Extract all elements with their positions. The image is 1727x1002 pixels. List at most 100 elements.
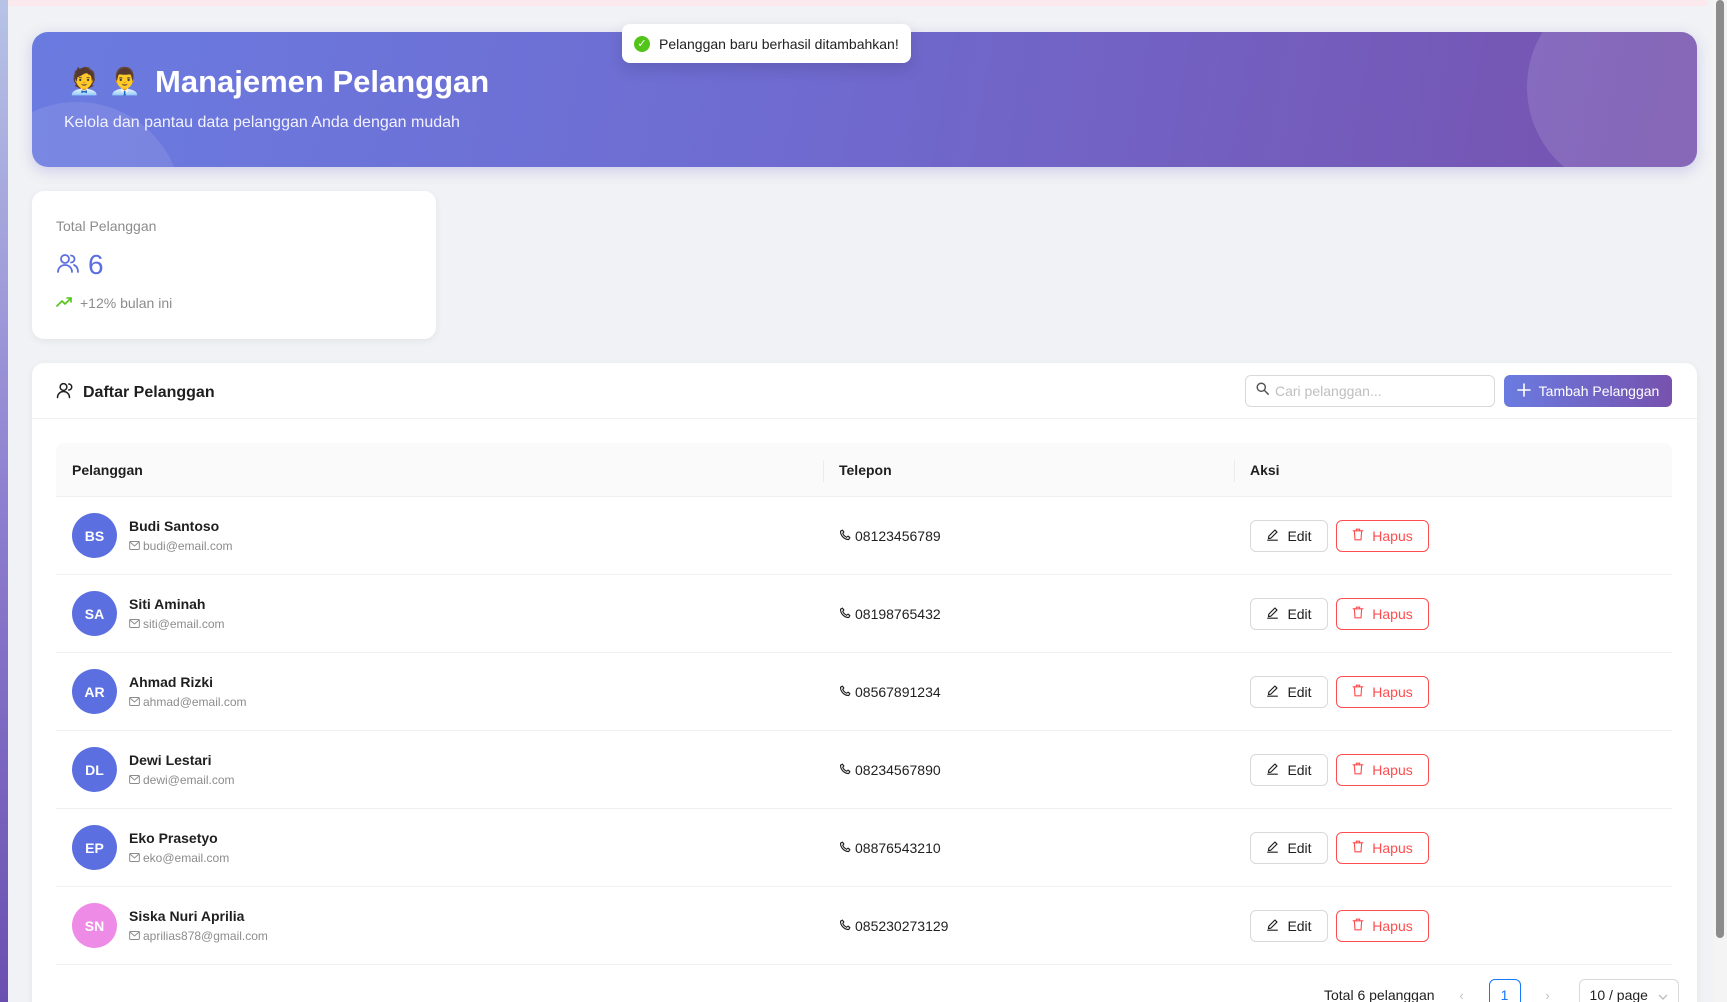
phone-icon bbox=[839, 840, 851, 856]
edit-label: Edit bbox=[1287, 761, 1312, 778]
customer-name: Dewi Lestari bbox=[129, 752, 212, 768]
customer-email-row: budi@email.com bbox=[129, 539, 233, 553]
customer-email-row: dewi@email.com bbox=[129, 773, 235, 787]
edit-label: Edit bbox=[1287, 839, 1312, 856]
stat-trend: +12% bulan ini bbox=[56, 295, 172, 311]
column-header-actions: Aksi bbox=[1234, 459, 1672, 482]
success-toast: ✓ Pelanggan baru berhasil ditambahkan! bbox=[622, 24, 911, 63]
list-title-text: Daftar Pelanggan bbox=[83, 383, 215, 401]
stat-value: 6 bbox=[88, 249, 104, 280]
trash-icon bbox=[1352, 918, 1364, 934]
list-title: Daftar Pelanggan bbox=[56, 381, 215, 404]
mail-icon bbox=[129, 773, 140, 787]
customer-name: Eko Prasetyo bbox=[129, 830, 218, 846]
customer-email-row: ahmad@email.com bbox=[129, 695, 247, 709]
trash-icon bbox=[1352, 762, 1364, 778]
table-row: SA Siti Aminah siti@email.com 0819876543… bbox=[56, 575, 1672, 653]
customer-list-card: Daftar Pelanggan Tambah Pelanggan Pelang… bbox=[32, 363, 1697, 1002]
edit-button[interactable]: Edit bbox=[1250, 909, 1328, 942]
search-box[interactable] bbox=[1245, 375, 1495, 407]
header-decor-circle bbox=[32, 102, 182, 167]
edit-button[interactable]: Edit bbox=[1250, 753, 1328, 786]
delete-button[interactable]: Hapus bbox=[1336, 519, 1429, 552]
phone-icon bbox=[839, 918, 851, 934]
pagination-total: Total 6 pelanggan bbox=[1324, 987, 1435, 1002]
next-page-icon[interactable]: › bbox=[1533, 988, 1563, 1002]
user-icon bbox=[56, 381, 74, 404]
search-input[interactable] bbox=[1275, 383, 1484, 399]
customer-phone: 08567891234 bbox=[855, 683, 941, 700]
edit-icon bbox=[1266, 840, 1279, 856]
edit-button[interactable]: Edit bbox=[1250, 675, 1328, 708]
trash-icon bbox=[1352, 606, 1364, 622]
edit-button[interactable]: Edit bbox=[1250, 597, 1328, 630]
edit-icon bbox=[1266, 762, 1279, 778]
delete-button[interactable]: Hapus bbox=[1336, 675, 1429, 708]
edit-label: Edit bbox=[1287, 527, 1312, 544]
actions-cell: Edit Hapus bbox=[1234, 753, 1672, 786]
top-border bbox=[8, 0, 1708, 6]
customer-email: dewi@email.com bbox=[143, 773, 235, 787]
customer-email-row: aprilias878@gmail.com bbox=[129, 929, 268, 943]
edit-label: Edit bbox=[1287, 683, 1312, 700]
edit-button[interactable]: Edit bbox=[1250, 519, 1328, 552]
customer-phone: 08198765432 bbox=[855, 605, 941, 622]
customer-cell: SA Siti Aminah siti@email.com bbox=[56, 591, 823, 636]
avatar: BS bbox=[72, 513, 117, 558]
table-row: BS Budi Santoso budi@email.com 081234567… bbox=[56, 497, 1672, 575]
delete-button[interactable]: Hapus bbox=[1336, 597, 1429, 630]
page-subtitle: Kelola dan pantau data pelanggan Anda de… bbox=[64, 114, 460, 131]
toast-message: Pelanggan baru berhasil ditambahkan! bbox=[659, 35, 899, 52]
total-customers-card: Total Pelanggan 6 +12% bulan ini bbox=[32, 191, 436, 339]
phone-cell: 08123456789 bbox=[823, 528, 1234, 544]
phone-cell: 08876543210 bbox=[823, 840, 1234, 856]
edit-button[interactable]: Edit bbox=[1250, 831, 1328, 864]
trash-icon bbox=[1352, 528, 1364, 544]
scrollbar[interactable] bbox=[1713, 0, 1727, 1002]
add-customer-button[interactable]: Tambah Pelanggan bbox=[1504, 375, 1672, 407]
trash-icon bbox=[1352, 684, 1364, 700]
delete-button[interactable]: Hapus bbox=[1336, 831, 1429, 864]
prev-page-icon[interactable]: ‹ bbox=[1447, 988, 1477, 1002]
scrollbar-thumb[interactable] bbox=[1716, 0, 1724, 938]
table-row: AR Ahmad Rizki ahmad@email.com 085678912… bbox=[56, 653, 1672, 731]
page-number-button[interactable]: 1 bbox=[1488, 979, 1521, 1002]
list-card-header: Daftar Pelanggan Tambah Pelanggan bbox=[32, 363, 1697, 419]
stat-label: Total Pelanggan bbox=[56, 218, 157, 234]
customer-phone: 08123456789 bbox=[855, 527, 941, 544]
delete-label: Hapus bbox=[1372, 839, 1413, 856]
left-decor-strip bbox=[0, 0, 8, 1002]
delete-button[interactable]: Hapus bbox=[1336, 753, 1429, 786]
mail-icon bbox=[129, 929, 140, 943]
customer-phone: 085230273129 bbox=[855, 917, 949, 934]
customer-email: aprilias878@gmail.com bbox=[143, 929, 268, 943]
actions-cell: Edit Hapus bbox=[1234, 909, 1672, 942]
edit-icon bbox=[1266, 606, 1279, 622]
column-divider bbox=[823, 459, 824, 482]
customer-cell: EP Eko Prasetyo eko@email.com bbox=[56, 825, 823, 870]
edit-label: Edit bbox=[1287, 605, 1312, 622]
search-icon bbox=[1256, 382, 1269, 400]
actions-cell: Edit Hapus bbox=[1234, 597, 1672, 630]
trend-up-icon bbox=[56, 295, 72, 311]
phone-icon bbox=[839, 684, 851, 700]
customer-cell: SN Siska Nuri Aprilia aprilias878@gmail.… bbox=[56, 903, 823, 948]
plus-icon bbox=[1516, 382, 1531, 400]
pagination: Total 6 pelanggan ‹ 1 › 10 / page bbox=[1324, 979, 1679, 1002]
customer-email-row: eko@email.com bbox=[129, 851, 229, 865]
column-divider bbox=[1234, 459, 1235, 482]
edit-icon bbox=[1266, 528, 1279, 544]
column-header-phone: Telepon bbox=[823, 459, 1234, 482]
delete-button[interactable]: Hapus bbox=[1336, 909, 1429, 942]
header-title-row: 🧑‍💼 👨‍💼 Manajemen Pelanggan bbox=[68, 64, 489, 100]
table-row: EP Eko Prasetyo eko@email.com 0887654321… bbox=[56, 809, 1672, 887]
avatar: AR bbox=[72, 669, 117, 714]
column-header-customer: Pelanggan bbox=[72, 461, 143, 478]
avatar: SA bbox=[72, 591, 117, 636]
trend-text: +12% bulan ini bbox=[80, 295, 173, 311]
page-size-select[interactable]: 10 / page bbox=[1578, 979, 1679, 1002]
delete-label: Hapus bbox=[1372, 917, 1413, 934]
customer-cell: BS Budi Santoso budi@email.com bbox=[56, 513, 823, 558]
mail-icon bbox=[129, 539, 140, 553]
delete-label: Hapus bbox=[1372, 527, 1413, 544]
